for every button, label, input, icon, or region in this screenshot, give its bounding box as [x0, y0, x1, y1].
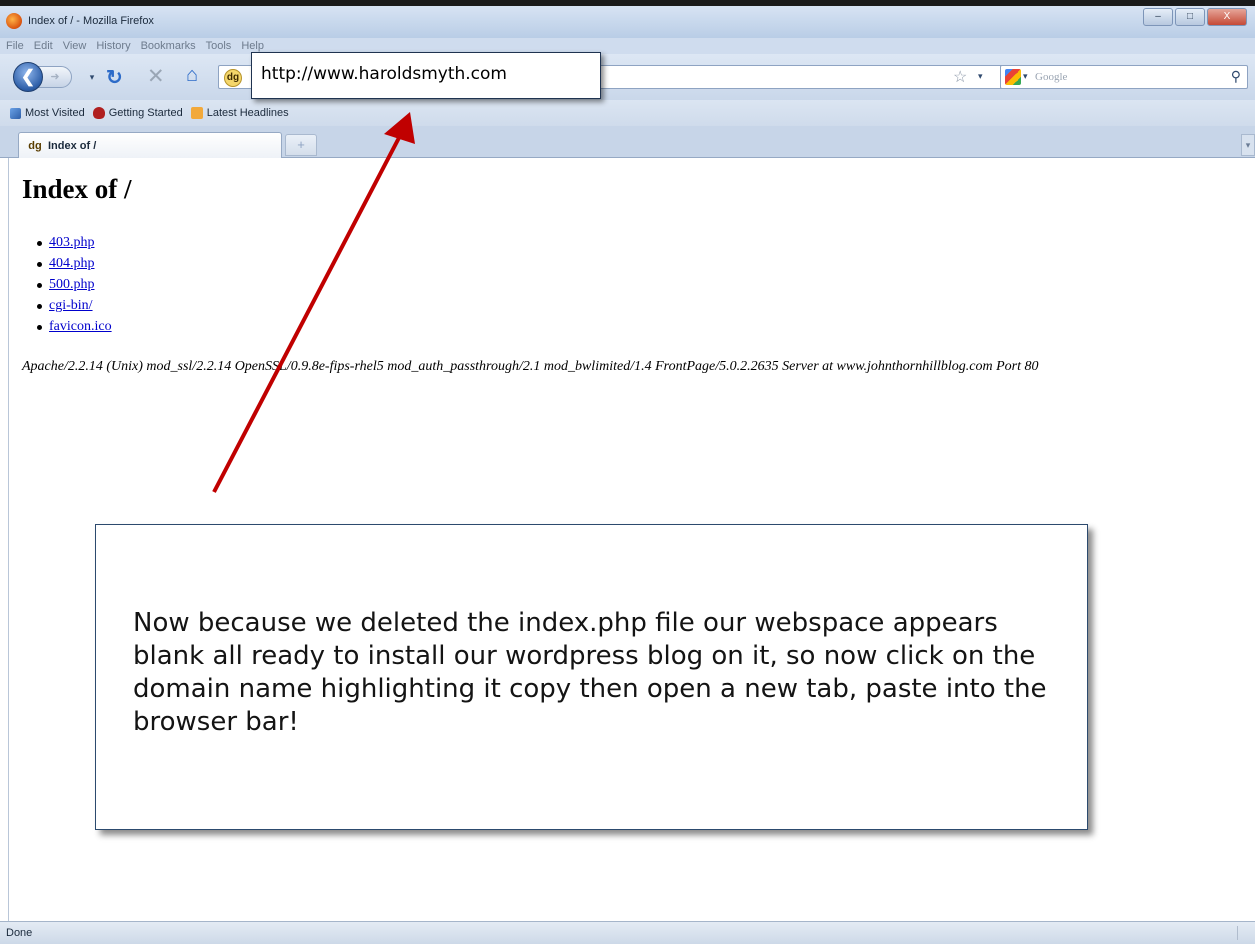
reload-icon[interactable]: ↻ [106, 65, 123, 90]
maximize-button[interactable]: □ [1175, 8, 1205, 26]
chevron-down-icon[interactable]: ▾ [978, 71, 983, 82]
chevron-down-icon: ▾ [89, 72, 95, 82]
navigation-toolbar: ➜ ❮ ▾ ↻ ✕ ⌂ dg ☆ ▾ ▾ Google ⚲ [0, 54, 1255, 100]
bookmark-star-icon[interactable]: ☆ [953, 67, 967, 87]
close-button[interactable]: X [1207, 8, 1247, 26]
menu-edit[interactable]: Edit [34, 38, 53, 54]
tab-index-of[interactable]: dg Index of / [18, 132, 282, 158]
bookmark-label: Getting Started [108, 107, 183, 119]
file-link-500[interactable]: 500.php [49, 277, 95, 292]
firefox-icon [6, 13, 22, 29]
file-list: 403.php 404.php 500.php cgi-bin/ favicon… [37, 232, 112, 337]
home-icon[interactable]: ⌂ [186, 64, 198, 87]
menu-bar: File Edit View History Bookmarks Tools H… [0, 38, 1255, 54]
menu-view[interactable]: View [63, 38, 87, 54]
most-visited-icon [10, 107, 21, 119]
list-item: cgi-bin/ [37, 295, 112, 316]
site-favicon-icon: dg [224, 69, 242, 87]
list-item: favicon.ico [37, 316, 112, 337]
rss-feed-icon [190, 107, 203, 119]
url-callout: http://www.haroldsmyth.com [251, 52, 601, 99]
search-input[interactable]: ▾ Google ⚲ [1000, 65, 1248, 89]
menu-file[interactable]: File [6, 38, 24, 54]
new-tab-button[interactable]: + [285, 134, 317, 156]
tab-strip: dg Index of / + ▾ [0, 126, 1255, 158]
stop-icon[interactable]: ✕ [147, 64, 165, 89]
back-button[interactable]: ❮ [13, 62, 43, 92]
search-placeholder: Google [1035, 71, 1068, 83]
bookmark-latest-headlines[interactable]: Latest Headlines [190, 107, 289, 119]
status-bar: Done [0, 921, 1255, 944]
status-text: Done [6, 927, 33, 939]
list-item: 500.php [37, 274, 112, 295]
window-title: Index of / - Mozilla Firefox [28, 15, 154, 27]
file-link-403[interactable]: 403.php [49, 235, 95, 250]
instruction-text: Now because we deleted the index.php fil… [133, 608, 1047, 737]
list-item: 404.php [37, 253, 112, 274]
menu-tools[interactable]: Tools [206, 38, 232, 54]
file-link-404[interactable]: 404.php [49, 256, 95, 271]
list-item: 403.php [37, 232, 112, 253]
bookmark-most-visited[interactable]: Most Visited [10, 107, 85, 119]
minimize-button[interactable]: – [1143, 8, 1173, 26]
resize-grip[interactable] [1237, 926, 1251, 940]
menu-bookmarks[interactable]: Bookmarks [141, 38, 196, 54]
bookmark-getting-started[interactable]: Getting Started [92, 107, 183, 119]
forward-arrow-icon: ➜ [50, 71, 60, 83]
tab-label: Index of / [48, 139, 97, 152]
chevron-down-icon[interactable]: ▾ [1023, 71, 1028, 82]
file-link-cgi-bin[interactable]: cgi-bin/ [49, 298, 93, 313]
window-controls: – □ X [1143, 8, 1247, 26]
bookmark-label: Latest Headlines [206, 107, 289, 119]
site-favicon-icon: dg [28, 139, 42, 152]
back-arrow-icon: ❮ [20, 67, 36, 86]
tab-list-button[interactable]: ▾ [1241, 134, 1255, 156]
title-bar: Index of / - Mozilla Firefox – □ X [0, 0, 1255, 38]
search-icon[interactable]: ⚲ [1231, 68, 1241, 85]
menu-history[interactable]: History [96, 38, 130, 54]
page-title: Index of / [22, 174, 132, 204]
server-signature: Apache/2.2.14 (Unix) mod_ssl/2.2.14 Open… [22, 359, 1039, 374]
forward-button[interactable]: ➜ [38, 66, 72, 88]
instruction-callout: Now because we deleted the index.php fil… [95, 524, 1088, 830]
history-dropdown-button[interactable]: ▾ [84, 67, 100, 87]
file-link-favicon[interactable]: favicon.ico [49, 319, 112, 334]
getting-started-icon [92, 107, 105, 119]
bookmarks-toolbar: Most Visited Getting Started Latest Head… [0, 100, 1255, 126]
google-icon[interactable] [1005, 69, 1021, 85]
bookmark-label: Most Visited [25, 107, 85, 119]
